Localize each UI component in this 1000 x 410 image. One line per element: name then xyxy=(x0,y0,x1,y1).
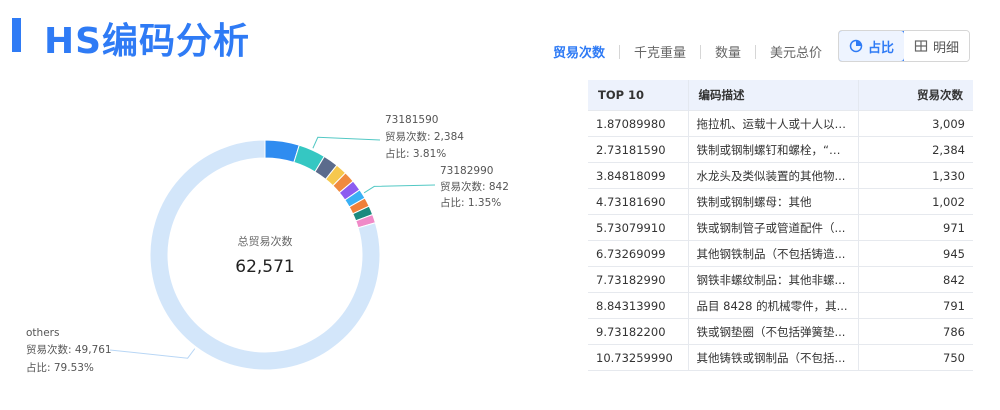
rank-code: 3.84818099 xyxy=(588,162,688,189)
callout-code: 73181590 xyxy=(385,114,438,126)
title-accent-bar xyxy=(12,18,21,52)
tab-weight-kg[interactable]: 千克重量 xyxy=(634,42,686,61)
table-row[interactable]: 7.73182990 钢铁非螺纹制品：其他非螺... 842 xyxy=(588,266,973,293)
detail-view-button[interactable]: 明细 xyxy=(904,31,970,61)
slice-87089980[interactable] xyxy=(264,139,300,164)
trade-count: 1,002 xyxy=(857,188,973,215)
trade-count: 842 xyxy=(857,266,973,293)
rank-code: 6.73269099 xyxy=(588,240,688,267)
callout-pct: 占比: 1.35% xyxy=(440,196,501,209)
center-value: 62,571 xyxy=(235,257,294,277)
leader-line-73182990 xyxy=(363,184,436,194)
table-row[interactable]: 2.73181590 铁制或钢制螺钉和螺栓，“无... 2,384 xyxy=(588,136,973,163)
table-icon xyxy=(914,40,928,52)
rank-code: 1.87089980 xyxy=(588,110,688,137)
top10-table: TOP 10 编码描述 贸易次数 1.87089980 拖拉机、运载十人或十人以上… xyxy=(588,80,973,371)
table-row[interactable]: 8.84313990 品目 8428 的机械零件，其... 791 xyxy=(588,292,973,319)
pie-chart-icon xyxy=(849,39,863,53)
table-row[interactable]: 5.73079910 铁或钢制管子或管道配件（... 971 xyxy=(588,214,973,241)
callout-code: 73182990 xyxy=(440,165,493,177)
rank-code: 10.73259990 xyxy=(588,344,688,371)
description: 铁或钢垫圈（不包括弹簧垫... xyxy=(687,318,858,345)
table-row[interactable]: 9.73182200 铁或钢垫圈（不包括弹簧垫... 786 xyxy=(588,318,973,345)
callout-pct: 占比: 79.53% xyxy=(26,361,94,374)
rank-code: 2.73181590 xyxy=(588,136,688,163)
page-title: HS编码分析 xyxy=(44,21,251,62)
callout-count: 贸易次数: 2,384 xyxy=(385,130,464,143)
tab-divider xyxy=(700,44,702,59)
header-trade-count[interactable]: 贸易次数 xyxy=(857,80,973,111)
tab-divider xyxy=(619,44,621,59)
tab-quantity[interactable]: 数量 xyxy=(715,42,741,61)
trade-count: 791 xyxy=(857,292,973,319)
leader-line-73181590 xyxy=(312,136,381,149)
detail-view-label: 明细 xyxy=(933,40,960,56)
trade-count: 945 xyxy=(857,240,973,267)
trade-count: 786 xyxy=(857,318,973,345)
description: 铁或钢制管子或管道配件（... xyxy=(687,214,858,241)
description: 钢铁非螺纹制品：其他非螺... xyxy=(687,266,858,293)
table-row[interactable]: 10.73259990 其他铸铁或钢制品（不包括... 750 xyxy=(588,344,973,371)
tab-usd-total[interactable]: 美元总价 xyxy=(770,42,822,61)
table-row[interactable]: 3.84818099 水龙头及类似装置的其他物... 1,330 xyxy=(588,162,973,189)
rank-code: 9.73182200 xyxy=(588,318,688,345)
trade-count: 1,330 xyxy=(857,162,973,189)
trade-count: 3,009 xyxy=(857,110,973,137)
rank-code: 8.84313990 xyxy=(588,292,688,319)
callout-73181590: 73181590 贸易次数: 2,384 占比: 3.81% xyxy=(385,114,464,160)
donut-chart: 总贸易次数 62,571 73181590 贸易次数: 2,384 占比: 3.… xyxy=(26,114,509,374)
table-row[interactable]: 1.87089980拖拉机、运载十人或十人以上的客运机动车辆等的其他零件3,00… xyxy=(588,110,973,137)
description: 铁制或钢制螺母：其他 xyxy=(687,188,858,215)
trade-count: 2,384 xyxy=(857,136,973,163)
callout-others: others 贸易次数: 49,761 占比: 79.53% xyxy=(26,327,112,374)
rank-code: 4.73181690 xyxy=(588,188,688,215)
pie-view-label: 占比 xyxy=(868,40,895,56)
table-row[interactable]: 6.73269099 其他钢铁制品（不包括铸造... 945 xyxy=(588,240,973,267)
trade-count: 971 xyxy=(857,214,973,241)
pie-view-button[interactable]: 占比 xyxy=(839,31,906,61)
description: 水龙头及类似装置的其他物... xyxy=(687,162,858,189)
center-label: 总贸易次数 xyxy=(238,234,293,248)
header-rank[interactable]: TOP 10 xyxy=(588,80,688,111)
table-row[interactable]: 4.73181690 铁制或钢制螺母：其他 1,002 xyxy=(588,188,973,215)
view-toggle: 占比 明细 xyxy=(838,30,971,62)
description: 铁制或钢制螺钉和螺栓，“无... xyxy=(687,136,858,163)
leader-line-others xyxy=(109,348,196,359)
metric-tabs: 贸易次数 千克重量 数量 美元总价 xyxy=(553,42,822,61)
callout-pct: 占比: 3.81% xyxy=(385,147,446,160)
callout-count: 贸易次数: 49,761 xyxy=(26,343,112,356)
description: 品目 8428 的机械零件，其... xyxy=(687,292,858,319)
callout-count: 贸易次数: 842 xyxy=(440,180,509,193)
header-description[interactable]: 编码描述 xyxy=(687,80,858,111)
rank-code: 7.73182990 xyxy=(588,266,688,293)
tab-divider xyxy=(755,44,757,59)
callout-code: others xyxy=(26,327,59,339)
description: 其他钢铁制品（不包括铸造... xyxy=(687,240,858,267)
tab-trade-count[interactable]: 贸易次数 xyxy=(553,42,605,61)
callout-73182990: 73182990 贸易次数: 842 占比: 1.35% xyxy=(440,165,509,209)
rank-code: 5.73079910 xyxy=(588,214,688,241)
description: 其他铸铁或钢制品（不包括... xyxy=(687,344,858,371)
trade-count: 750 xyxy=(857,344,973,371)
table-header-row: TOP 10 编码描述 贸易次数 xyxy=(588,80,973,111)
description: 拖拉机、运载十人或十人以上的客运机动车辆等的其他零件 xyxy=(687,110,858,137)
